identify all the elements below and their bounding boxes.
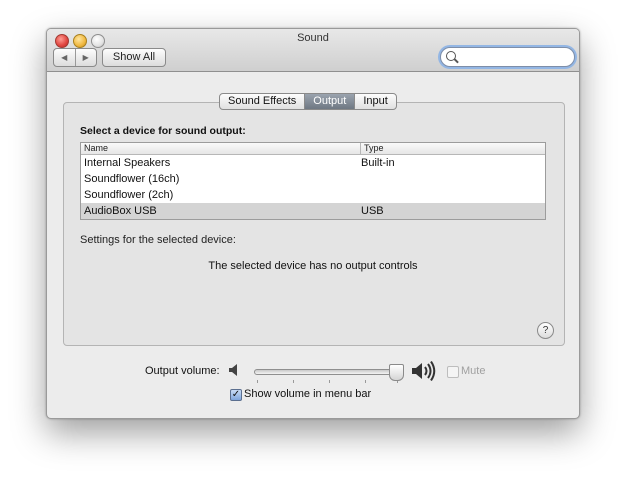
tab-output[interactable]: Output <box>304 94 355 109</box>
search-input[interactable] <box>458 49 568 64</box>
back-arrow-icon: ◀ <box>61 53 68 62</box>
slider-tick <box>365 380 366 383</box>
output-volume-label: Output volume: <box>145 365 220 377</box>
back-forward-control: ◀ ▶ <box>53 48 97 67</box>
search-icon <box>446 51 456 61</box>
back-button[interactable]: ◀ <box>54 49 75 66</box>
no-output-controls-message: The selected device has no output contro… <box>208 260 418 272</box>
device-type: Built-in <box>361 157 395 169</box>
show-volume-in-menu-bar-label: Show volume in menu bar <box>244 388 372 400</box>
table-row[interactable]: Soundflower (2ch) <box>81 187 545 203</box>
help-button[interactable]: ? <box>537 322 554 339</box>
tab-content-panel <box>63 102 565 346</box>
column-header-name[interactable]: Name <box>84 143 108 154</box>
device-name: Soundflower (2ch) <box>84 189 174 201</box>
forward-button[interactable]: ▶ <box>74 49 97 66</box>
speaker-low-icon <box>229 364 237 376</box>
show-volume-in-menu-bar-checkbox[interactable]: ✓ <box>230 389 242 401</box>
tab-bar: Sound Effects Output Input <box>219 93 397 110</box>
output-device-heading: Select a device for sound output: <box>80 125 246 137</box>
device-name: AudioBox USB <box>84 205 157 217</box>
device-settings-label: Settings for the selected device: <box>80 234 236 246</box>
search-field[interactable] <box>440 47 575 67</box>
table-row-selected[interactable]: AudioBox USB USB <box>81 203 545 219</box>
table-row[interactable]: Soundflower (16ch) <box>81 171 545 187</box>
title-bar[interactable]: Sound ◀ ▶ Show All <box>47 29 579 72</box>
device-name: Internal Speakers <box>84 157 171 169</box>
forward-arrow-icon: ▶ <box>82 53 89 62</box>
table-header: Name Type <box>81 143 545 155</box>
volume-slider-knob[interactable] <box>389 364 405 381</box>
tab-input[interactable]: Input <box>354 94 395 109</box>
device-type: USB <box>361 205 384 217</box>
slider-tick <box>257 380 258 383</box>
device-name: Soundflower (16ch) <box>84 173 180 185</box>
tab-sound-effects[interactable]: Sound Effects <box>220 94 304 109</box>
table-row[interactable]: Internal Speakers Built-in <box>81 155 545 171</box>
slider-tick <box>293 380 294 383</box>
help-icon: ? <box>542 325 549 336</box>
window-title: Sound <box>297 32 329 44</box>
speaker-high-icon <box>412 361 436 381</box>
output-device-table[interactable]: Name Type Internal Speakers Built-in Sou… <box>80 142 546 220</box>
mute-checkbox[interactable] <box>447 366 459 378</box>
show-all-button[interactable]: Show All <box>102 48 166 67</box>
slider-tick <box>329 380 330 383</box>
mute-label: Mute <box>461 365 486 377</box>
checkmark-icon: ✓ <box>231 389 241 400</box>
sound-preferences-window: Sound ◀ ▶ Show All Sound Effects Output … <box>46 28 580 419</box>
output-volume-slider[interactable] <box>254 369 402 375</box>
column-header-type[interactable]: Type <box>360 143 384 154</box>
